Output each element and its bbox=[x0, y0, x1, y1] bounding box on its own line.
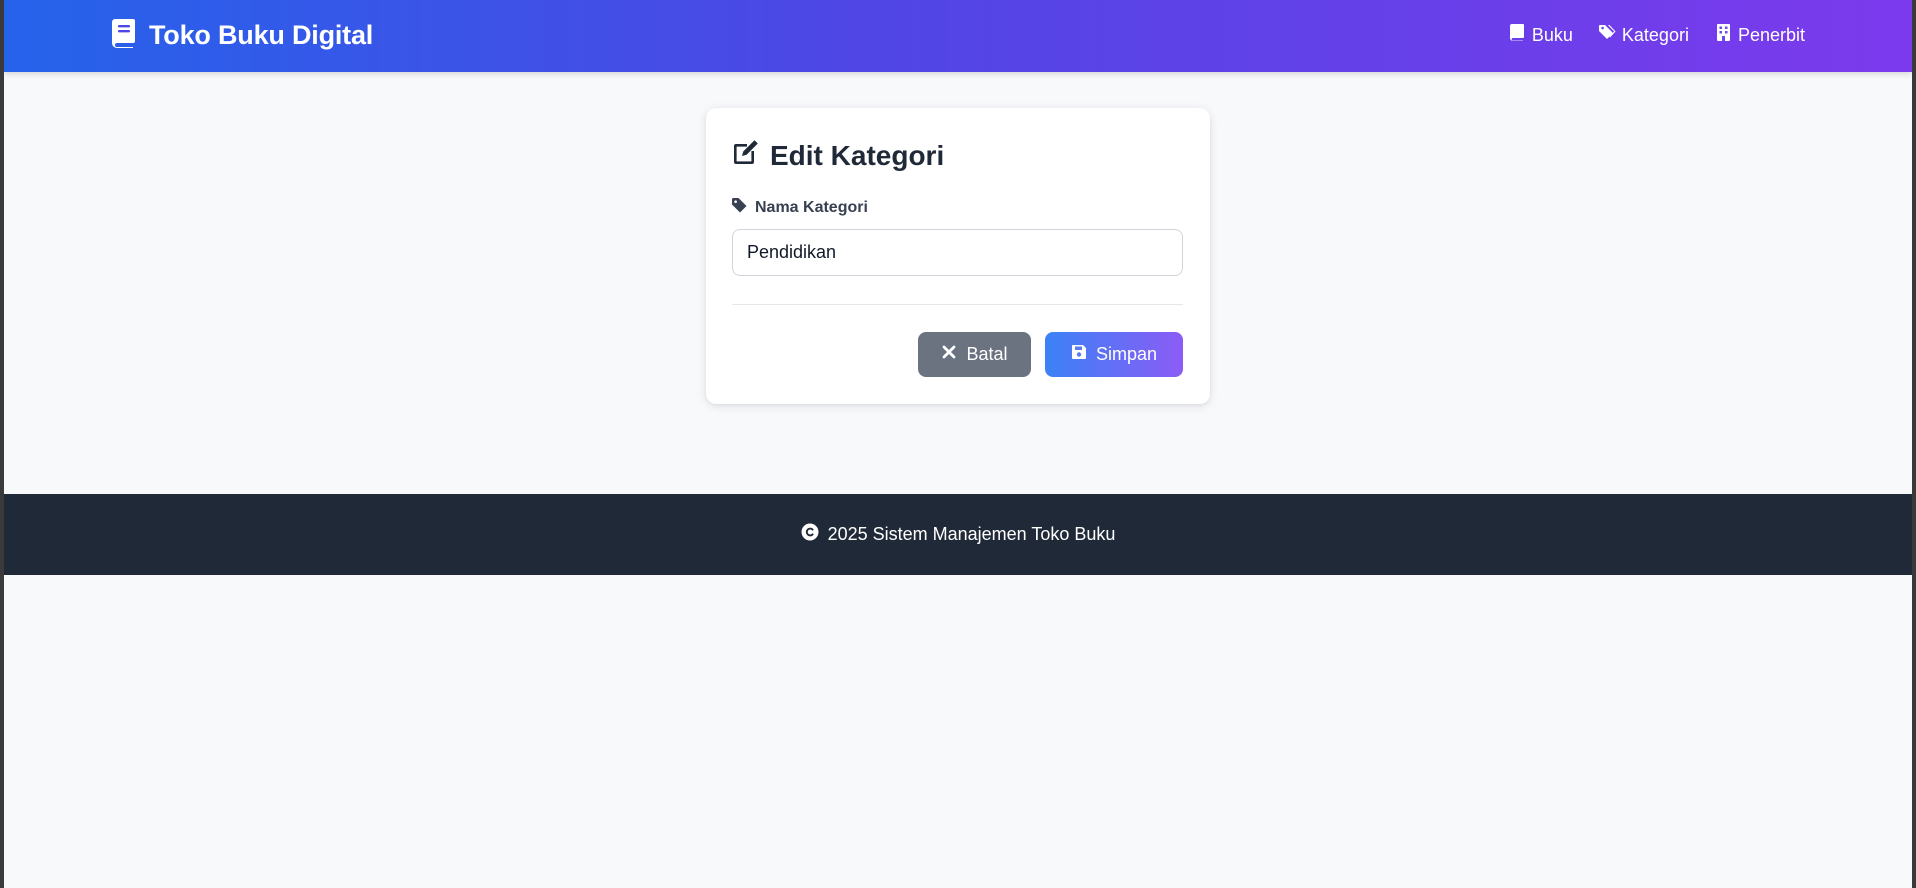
nav-link-penerbit[interactable]: Penerbit bbox=[1715, 24, 1805, 46]
cancel-button[interactable]: Batal bbox=[918, 332, 1031, 377]
footer: 2025 Sistem Manajemen Toko Buku bbox=[4, 494, 1912, 575]
app-viewport: Toko Buku Digital Buku Kategori Penerbit bbox=[4, 0, 1912, 888]
footer-text: 2025 Sistem Manajemen Toko Buku bbox=[827, 524, 1116, 544]
brand-title: Toko Buku Digital bbox=[149, 20, 374, 50]
page-title-text: Edit Kategori bbox=[770, 139, 945, 171]
divider bbox=[732, 304, 1183, 305]
navbar: Toko Buku Digital Buku Kategori Penerbit bbox=[4, 0, 1912, 72]
book-icon bbox=[1509, 24, 1526, 46]
nav-link-kategori[interactable]: Kategori bbox=[1598, 24, 1689, 46]
book-icon bbox=[111, 18, 137, 53]
close-icon bbox=[941, 344, 957, 365]
nav-link-label: Buku bbox=[1531, 24, 1573, 45]
field-label-text: Nama Kategori bbox=[755, 199, 868, 216]
tag-icon bbox=[732, 198, 747, 218]
edit-icon bbox=[732, 138, 760, 173]
category-name-input[interactable] bbox=[732, 229, 1183, 276]
save-button[interactable]: Simpan bbox=[1045, 332, 1183, 377]
edit-category-card: Edit Kategori Nama Kategori Batal Simpan bbox=[706, 108, 1210, 404]
nav-links: Buku Kategori Penerbit bbox=[1509, 24, 1805, 46]
nav-link-buku[interactable]: Buku bbox=[1509, 24, 1573, 46]
cancel-button-label: Batal bbox=[966, 344, 1008, 364]
nav-link-label: Penerbit bbox=[1737, 24, 1805, 45]
brand[interactable]: Toko Buku Digital bbox=[111, 18, 373, 53]
nav-link-label: Kategori bbox=[1621, 24, 1689, 45]
copyright-icon bbox=[801, 523, 819, 546]
building-icon bbox=[1715, 24, 1732, 46]
tags-icon bbox=[1598, 24, 1616, 46]
field-label: Nama Kategori bbox=[732, 198, 868, 218]
save-button-label: Simpan bbox=[1095, 344, 1158, 364]
page-title: Edit Kategori bbox=[732, 138, 944, 173]
save-icon bbox=[1071, 344, 1087, 365]
